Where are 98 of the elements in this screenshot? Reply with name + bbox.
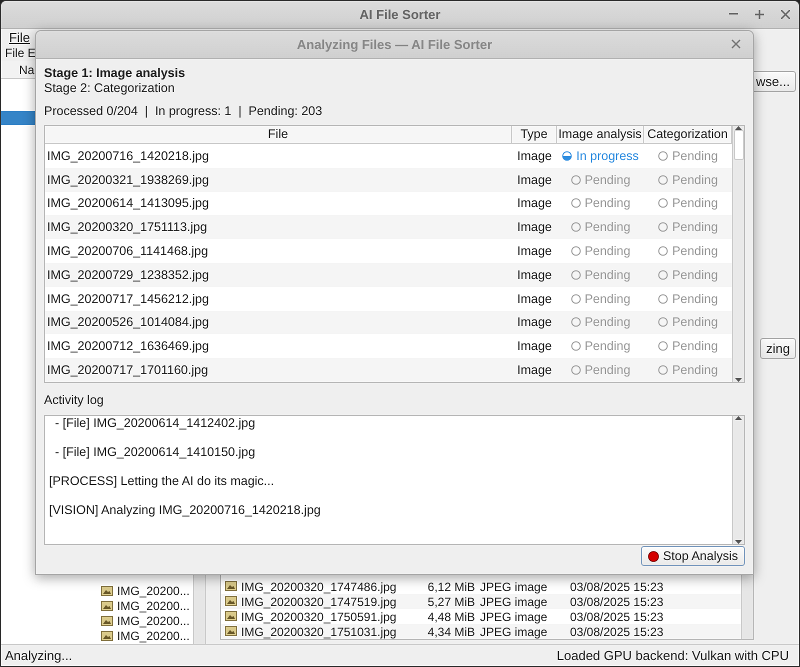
status-label: Pending	[584, 244, 630, 258]
table-cell-text: IMG_20200526_1014084.jpg	[46, 314, 210, 332]
status-label: In progress	[576, 148, 639, 163]
scroll-up-icon[interactable]	[735, 416, 742, 420]
progress-summary: Processed 0/204 | In progress: 1 | Pending: 203	[44, 104, 324, 118]
table-cell-text: 03/08/2025 15:23	[570, 580, 664, 594]
table-cell-text: Image	[516, 195, 553, 212]
table-cell-text: Image	[516, 219, 553, 236]
status-label: Pending	[672, 339, 718, 354]
table-cell-text: Image	[516, 362, 553, 380]
image-file-icon	[101, 630, 113, 640]
status-label: Pending	[672, 244, 718, 258]
status-label: Pending	[584, 220, 630, 234]
scrollbar[interactable]	[732, 416, 744, 544]
image-file-icon	[225, 626, 237, 636]
status-label: Pending	[672, 196, 718, 210]
table-cell-text: IMG_20200320_1751113.jpg	[46, 219, 208, 236]
status-label: Pending	[584, 292, 630, 306]
scroll-thumb[interactable]	[734, 130, 744, 160]
table-cell-text: Image	[516, 148, 553, 165]
table-cell-text: 5,27 MiB	[426, 594, 475, 608]
close-icon[interactable]	[780, 10, 790, 18]
table-cell-text: IMG_20200706_1141468.jpg	[46, 243, 210, 260]
table-cell-text: Image	[516, 290, 553, 308]
column-header[interactable]: Image analysis	[557, 126, 644, 143]
tree-item[interactable]: IMG_20200...	[117, 584, 190, 598]
stage-label: Stage 2: Categorization	[44, 81, 176, 96]
log-line: - [File] IMG_20200614_1412402.jpg	[54, 416, 256, 431]
column-header[interactable]: Type	[512, 126, 557, 143]
table-cell-text: 6,12 MiB	[426, 580, 475, 594]
log-line: - [File] IMG_20200614_1410150.jpg	[54, 445, 256, 460]
dialog-title: Analyzing Files — AI File Sorter	[296, 37, 492, 52]
table-cell-text: IMG_20200320_1747519.jpg	[241, 594, 398, 608]
window-title: AI File Sorter	[360, 7, 440, 22]
status-label: Pending	[584, 315, 630, 330]
table-cell-text: IMG_20200712_1636469.jpg	[46, 338, 210, 356]
analyze-button[interactable]: zing	[760, 338, 796, 359]
minimize-icon[interactable]	[728, 13, 738, 15]
table-cell-text: JPEG image	[479, 624, 548, 638]
stop-analysis-button[interactable]: Stop Analysis	[640, 546, 745, 566]
stage-label: Stage 1: Image analysis	[44, 66, 186, 81]
tree-item[interactable]: IMG_20200...	[117, 628, 190, 642]
table-cell-text: IMG_20200321_1938269.jpg	[46, 172, 210, 189]
table-cell-text: IMG_20200729_1238352.jpg	[46, 266, 210, 284]
log-line: [VISION] Analyzing IMG_20200716_1420218.jpg	[49, 503, 322, 518]
status-text: Loaded GPU backend: Vulkan with CPU	[556, 648, 789, 663]
table-cell-text: JPEG image	[479, 610, 548, 624]
section-label: Activity log	[44, 393, 105, 407]
status-text: Analyzing...	[5, 648, 72, 663]
table-cell-text: 03/08/2025 15:23	[570, 624, 664, 638]
status-label: Pending	[584, 339, 630, 354]
image-file-icon	[101, 616, 113, 626]
table-cell-text: JPEG image	[479, 580, 548, 594]
table-cell-text: IMG_20200716_1420218.jpg	[46, 148, 210, 165]
status-label: Pending	[584, 196, 630, 210]
status-label: Pending	[672, 268, 718, 282]
table-cell-text: 03/08/2025 15:23	[570, 594, 664, 608]
tree-item[interactable]: IMG_20200...	[117, 614, 190, 628]
menu-item[interactable]: File	[9, 30, 30, 44]
image-file-icon	[225, 596, 237, 606]
image-file-icon	[225, 580, 237, 590]
status-label: Pending	[584, 172, 630, 187]
table-cell-text: 03/08/2025 15:23	[570, 610, 664, 624]
status-label: Pending	[672, 363, 718, 378]
status-label: Pending	[584, 268, 630, 282]
maximize-icon[interactable]	[754, 10, 764, 18]
status-label: Pending	[584, 363, 630, 378]
scrollbar[interactable]	[732, 126, 744, 382]
image-file-icon	[101, 600, 113, 610]
status-label: Pending	[672, 172, 718, 187]
table-cell-text: IMG_20200717_1456212.jpg	[46, 290, 210, 308]
status-label: Pending	[672, 315, 718, 330]
table-cell-text: 4,34 MiB	[426, 624, 475, 638]
table-cell-text: Image	[516, 172, 553, 189]
table-cell-text: IMG_20200320_1747486.jpg	[241, 580, 398, 594]
toolbar-label: File E	[5, 46, 36, 60]
column-header[interactable]: File	[45, 126, 512, 143]
status-label: Pending	[672, 220, 718, 234]
table-cell-text: IMG_20200320_1751031.jpg	[241, 624, 398, 638]
table-cell-text: Image	[516, 338, 553, 356]
tree-item[interactable]: IMG_20200...	[117, 598, 190, 612]
table-cell-text: Image	[516, 243, 553, 260]
table-cell-text: IMG_20200614_1413095.jpg	[46, 195, 210, 212]
table-cell-text: JPEG image	[479, 594, 548, 608]
table-cell-text: IMG_20200320_1750591.jpg	[241, 610, 398, 624]
table-cell-text: IMG_20200717_1701160.jpg	[46, 362, 210, 380]
image-file-icon	[225, 610, 237, 620]
table-cell-text: Image	[516, 314, 553, 332]
scroll-down-icon[interactable]	[735, 378, 742, 382]
scroll-down-icon[interactable]	[735, 540, 742, 544]
record-dot-icon	[648, 550, 659, 562]
close-icon[interactable]	[731, 39, 741, 49]
status-label: Pending	[672, 292, 718, 306]
table-cell-text: 4,48 MiB	[426, 610, 475, 624]
status-label: Pending	[672, 148, 718, 163]
log-line: [PROCESS] Letting the AI do its magic...	[49, 474, 276, 489]
table-cell-text: Image	[516, 266, 553, 284]
image-file-icon	[101, 586, 113, 596]
